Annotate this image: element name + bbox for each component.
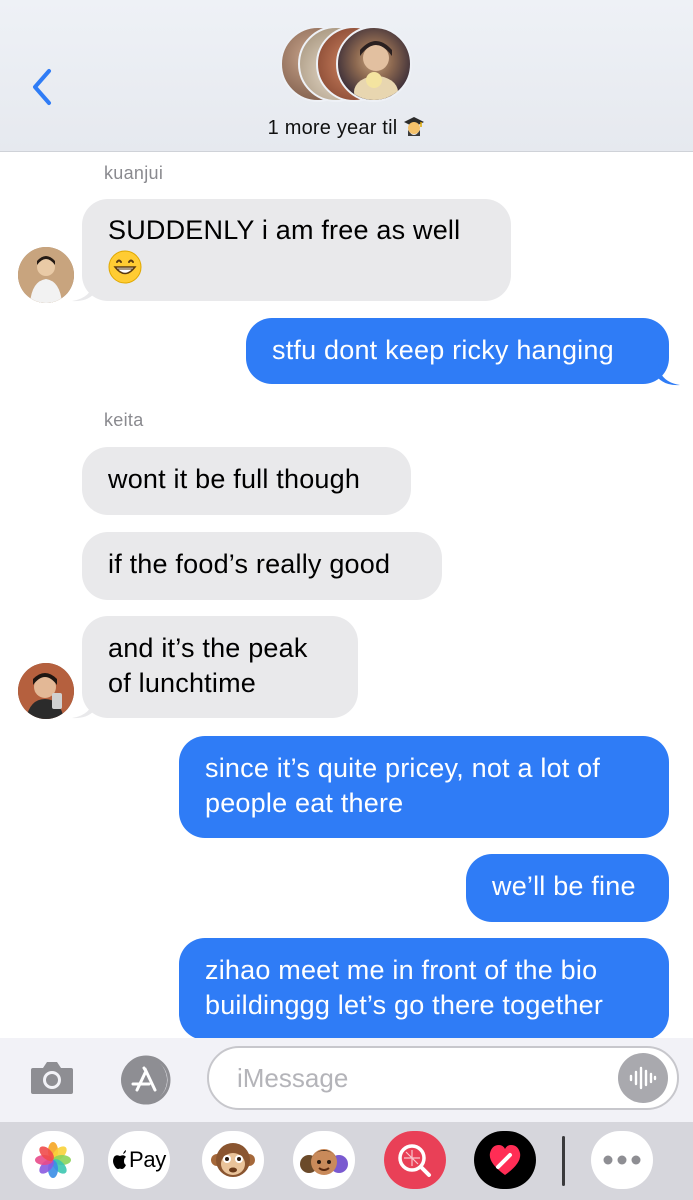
more-icon	[603, 1155, 641, 1165]
memoji-stickers-icon	[300, 1149, 348, 1175]
apple-pay-label: Pay	[128, 1147, 166, 1172]
image-search-icon	[384, 1131, 446, 1189]
app-store-icon	[121, 1055, 171, 1105]
avatar-photo	[18, 663, 74, 719]
group-avatars[interactable]	[280, 26, 414, 106]
message-bubble-outgoing[interactable]: stfu dont keep ricky hanging	[246, 318, 669, 384]
message-text: stfu dont keep ricky hanging	[272, 335, 614, 365]
app-drawer: Pay	[0, 1122, 693, 1200]
compose-bar	[0, 1038, 693, 1122]
sender-name: kuanjui	[104, 163, 164, 183]
message-bubble-incoming[interactable]: and it’s the peak of lunchtime	[82, 616, 358, 718]
message-bubble-outgoing[interactable]: we’ll be fine	[466, 854, 669, 922]
chevron-left-icon	[33, 69, 51, 105]
message-text: if the food’s really good	[108, 549, 391, 579]
bubble-tail	[72, 280, 94, 302]
apple-pay-button[interactable]: Pay	[108, 1131, 170, 1189]
photos-app-button[interactable]	[22, 1131, 84, 1189]
monkey-memoji-icon	[211, 1143, 255, 1177]
message-bubble-outgoing[interactable]: zihao meet me in front of the bio buildi…	[179, 938, 669, 1040]
person-photo	[354, 41, 398, 100]
message-text-line: buildinggg let’s go there together	[205, 990, 604, 1020]
sender-name: keita	[104, 410, 144, 430]
avatar-photo	[18, 247, 74, 303]
student-emoji-icon	[404, 117, 425, 136]
image-search-button[interactable]	[384, 1131, 446, 1189]
message-text: wont it be full though	[108, 464, 361, 494]
drawer-divider	[562, 1136, 565, 1186]
more-apps-button[interactable]	[591, 1131, 653, 1189]
conversation-header: 1 more year til	[0, 0, 693, 152]
audio-message-button[interactable]	[618, 1053, 668, 1103]
grinning-emoji-icon	[108, 250, 142, 284]
message-bubble-incoming[interactable]: if the food’s really good	[82, 532, 442, 600]
memoji-stickers-button[interactable]	[293, 1131, 355, 1189]
message-input[interactable]	[207, 1046, 679, 1110]
bubble-tail	[658, 364, 680, 386]
messages-screen: 1 more year til kuanjui SUDDENLY i am fr…	[0, 0, 693, 1200]
group-name: 1 more year til	[267, 117, 398, 139]
apps-button[interactable]	[118, 1052, 174, 1108]
avatar[interactable]	[18, 663, 74, 719]
digital-touch-icon	[474, 1131, 536, 1189]
message-text: SUDDENLY i am free as well	[108, 215, 461, 245]
message-text-line: of lunchtime	[108, 668, 256, 698]
message-text-line: since it’s quite pricey, not a lot of	[205, 753, 601, 783]
message-text-line: people eat there	[205, 788, 404, 818]
camera-icon	[31, 1062, 73, 1094]
bubble-tail	[72, 697, 94, 719]
message-bubble-incoming[interactable]: SUDDENLY i am free as well	[82, 199, 511, 301]
message-text-line: zihao meet me in front of the bio	[205, 955, 598, 985]
message-text: we’ll be fine	[492, 871, 636, 901]
group-title[interactable]: 1 more year til	[0, 116, 693, 140]
digital-touch-button[interactable]	[474, 1131, 536, 1189]
photos-icon	[35, 1142, 71, 1178]
animoji-button[interactable]	[202, 1131, 264, 1189]
message-bubble-incoming[interactable]: wont it be full though	[82, 447, 411, 515]
group-member-avatar	[336, 26, 412, 102]
avatar[interactable]	[18, 247, 74, 303]
message-text-line: and it’s the peak	[108, 633, 308, 663]
message-bubble-outgoing[interactable]: since it’s quite pricey, not a lot of pe…	[179, 736, 669, 838]
back-button[interactable]	[22, 62, 62, 112]
apple-logo-icon	[112, 1150, 126, 1169]
camera-button[interactable]	[28, 1054, 76, 1102]
waveform-icon	[629, 1066, 657, 1090]
